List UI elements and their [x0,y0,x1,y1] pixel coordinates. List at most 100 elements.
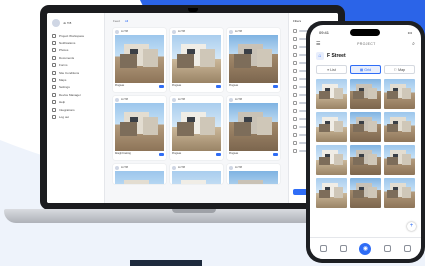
laptop-camera [188,8,198,12]
card-action-button[interactable] [159,152,164,156]
checkbox[interactable] [293,85,297,89]
checkbox[interactable] [293,53,297,57]
photo-card[interactable]: Jo Tr8 Rough Framing [113,96,166,160]
checkbox[interactable] [293,61,297,65]
camera-button[interactable]: ◉ [359,242,372,255]
site-photo[interactable] [316,145,347,175]
photos-icon[interactable] [339,245,347,252]
sidebar-item[interactable]: Site Conditions [52,69,99,76]
checkbox[interactable] [293,109,297,113]
card-action-button[interactable] [216,84,221,88]
card-action-button[interactable] [273,152,278,156]
site-photo[interactable] [172,35,221,83]
card-header: Jo Tr8 [113,164,166,171]
map-icon [52,78,56,83]
tab-feed[interactable]: Feed [113,19,120,23]
site-photo[interactable] [115,103,164,151]
photo-card[interactable]: Jo Tr8 [113,164,166,184]
card-header: Jo Tr8 [227,96,280,103]
sidebar-item-label: Project Workspace [59,33,85,38]
checkbox[interactable] [293,101,297,105]
phone-screen: 09:41 ••• ☰ PROJECT ⌕ ⌂ F Street ≡ List ▦… [310,25,421,259]
site-photo[interactable] [316,79,347,109]
site-photo[interactable] [172,171,221,184]
site-photo[interactable] [115,35,164,83]
photo-card[interactable]: Jo Tr8 Progress [113,28,166,92]
card-action-button[interactable] [159,84,164,88]
photo-card[interactable]: Jo Tr8 Progress [227,28,280,92]
sidebar-item[interactable]: Log out [52,113,99,120]
settings-icon[interactable] [403,245,411,252]
sidebar-item[interactable]: Maps [52,76,99,83]
project-selector[interactable]: ⌂ F Street [316,52,415,60]
sidebar: Jo Tr8 Project Workspace Notifications Pho… [47,13,105,203]
sidebar-item-label: Forms [59,63,68,68]
photo-card[interactable]: Jo Tr8 [170,164,223,184]
sidebar-item[interactable]: Integrations [52,106,99,113]
card-action-button[interactable] [273,84,278,88]
checkbox[interactable] [293,37,297,41]
tab-list[interactable]: ≡ List [316,65,347,74]
site-photo[interactable] [172,103,221,151]
site-photo[interactable] [350,178,381,208]
site-photo[interactable] [350,145,381,175]
site-photo[interactable] [316,112,347,142]
card-user: Jo Tr8 [235,98,242,101]
photo-card[interactable]: Jo Tr8 Progress [170,28,223,92]
card-user: Jo Tr8 [235,30,242,33]
sidebar-user[interactable]: Jo Tr8 [52,19,99,27]
avatar [115,29,119,34]
site-photo[interactable] [350,79,381,109]
card-tag: Progress [229,85,239,87]
logout-icon [52,114,56,119]
site-photo[interactable] [229,35,278,83]
site-photo[interactable] [384,145,415,175]
site-photo[interactable] [115,171,164,184]
card-user: Jo Tr8 [121,98,128,101]
documents-icon[interactable] [384,245,392,252]
card-action-button[interactable] [216,152,221,156]
sidebar-item[interactable]: Documents [52,54,99,61]
checkbox[interactable] [293,45,297,49]
site-photo[interactable] [384,112,415,142]
photo-card[interactable]: Jo Tr8 [227,164,280,184]
laptop-display: Jo Tr8 Project Workspace Notifications Pho… [47,13,338,203]
checkbox[interactable] [293,93,297,97]
gear-icon [52,85,56,90]
sidebar-item[interactable]: Device Manager [52,91,99,98]
site-photo[interactable] [229,103,278,151]
checkbox[interactable] [293,149,297,153]
photo-card[interactable]: Jo Tr8 Progress [227,96,280,160]
card-user: Jo Tr8 [121,166,128,169]
site-photo[interactable] [316,178,347,208]
checkbox[interactable] [293,117,297,121]
project-name: F Street [327,53,346,59]
menu-icon[interactable]: ☰ [316,41,320,47]
tab-grid[interactable]: ▦ Grid [350,65,381,74]
card-user: Jo Tr8 [178,30,185,33]
site-photo[interactable] [384,178,415,208]
search-icon[interactable]: ⌕ [412,41,415,47]
checkbox[interactable] [293,125,297,129]
checkbox[interactable] [293,133,297,137]
add-button[interactable]: + [407,222,416,231]
home-icon[interactable] [320,245,328,252]
sidebar-item[interactable]: Photos [52,47,99,54]
site-photo[interactable] [350,112,381,142]
site-photo[interactable] [229,171,278,184]
card-user: Jo Tr8 [178,98,185,101]
checkbox[interactable] [293,77,297,81]
card-footer: Progress [113,83,166,89]
checkbox[interactable] [293,29,297,33]
tab-all[interactable]: All [125,19,128,23]
checkbox[interactable] [293,141,297,145]
sidebar-item[interactable]: Help [52,99,99,106]
sidebar-item[interactable]: Forms [52,62,99,69]
sidebar-item[interactable]: Settings [52,84,99,91]
photo-card[interactable]: Jo Tr8 Progress [170,96,223,160]
sidebar-item[interactable]: Project Workspace [52,32,99,39]
sidebar-item[interactable]: Notifications [52,39,99,46]
tab-map[interactable]: ⚐ Map [384,65,415,74]
checkbox[interactable] [293,69,297,73]
site-photo[interactable] [384,79,415,109]
